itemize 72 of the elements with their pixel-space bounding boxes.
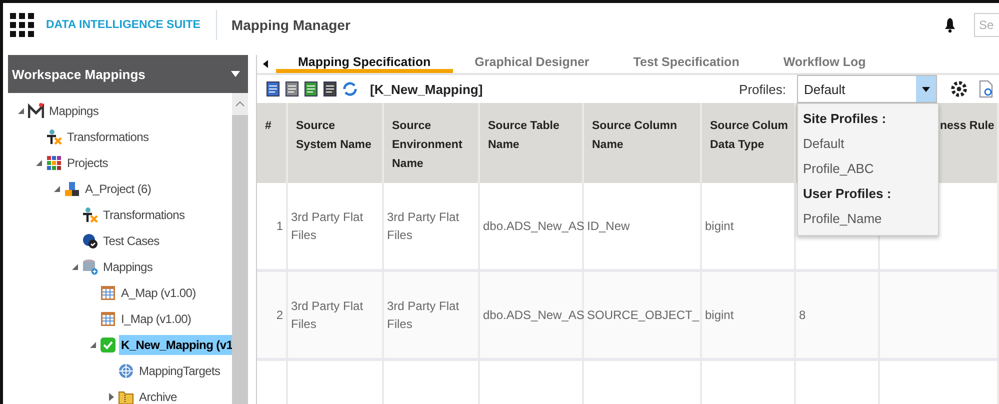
tab[interactable]: Graphical Designer bbox=[452, 55, 612, 73]
tab[interactable]: Mapping Specification bbox=[276, 55, 453, 73]
app-grid-icon[interactable] bbox=[10, 13, 34, 37]
refresh-icon[interactable] bbox=[341, 80, 359, 98]
document-search-icon[interactable] bbox=[979, 80, 993, 98]
column-header: Source Environment Name bbox=[383, 103, 479, 183]
collapse-arrow-icon[interactable] bbox=[71, 263, 79, 271]
blocks-icon bbox=[64, 181, 80, 197]
dropdown-caret-icon[interactable] bbox=[231, 71, 240, 77]
dropdown-caret-icon bbox=[922, 86, 930, 92]
tree-item[interactable]: Mappings bbox=[47, 101, 101, 121]
column-header: Source Column Name bbox=[583, 103, 701, 183]
tree-item[interactable]: Projects bbox=[65, 153, 110, 173]
tree-item[interactable]: A_Project (6) bbox=[83, 179, 154, 199]
collapse-panel-icon[interactable] bbox=[263, 60, 268, 68]
expand-arrow-icon[interactable] bbox=[107, 393, 115, 401]
table-cell: dbo.ADS_New_AS bbox=[479, 270, 583, 360]
table-cell: SOURCE_OBJECT_ bbox=[583, 270, 701, 360]
tree-item[interactable]: MappingTargets bbox=[137, 361, 222, 381]
collapse-arrow-icon[interactable] bbox=[89, 341, 97, 349]
color-grid-icon bbox=[46, 155, 62, 171]
tab[interactable]: Test Specification bbox=[611, 55, 762, 73]
tree-item[interactable]: A_Map (v1.00) bbox=[119, 283, 198, 303]
document-icon[interactable] bbox=[284, 81, 300, 97]
column-header: Source System Name bbox=[287, 103, 383, 183]
table-cell: bigint bbox=[701, 270, 795, 360]
table-cell: bigint bbox=[701, 183, 795, 270]
table-cell: ID_New bbox=[583, 183, 701, 270]
tree-item[interactable]: Mappings bbox=[101, 257, 155, 277]
menu-group-label: User Profiles : bbox=[802, 185, 892, 203]
tab[interactable]: Workflow Log bbox=[761, 55, 888, 73]
scrollbar[interactable] bbox=[232, 93, 248, 404]
tree-item[interactable]: Transformations bbox=[65, 127, 151, 147]
table-cell: 3rd Party Flat Files bbox=[287, 270, 383, 360]
database-icon bbox=[82, 259, 98, 275]
table-icon bbox=[100, 285, 116, 301]
settings-icon[interactable] bbox=[950, 80, 968, 98]
table-cell: 1 bbox=[257, 183, 287, 270]
tree-item[interactable]: Transformations bbox=[101, 205, 187, 225]
collapse-arrow-icon[interactable] bbox=[17, 107, 25, 115]
profiles-select[interactable]: Default bbox=[797, 75, 937, 103]
table-cell: 3rd Party Flat Files bbox=[383, 183, 479, 270]
tree-item[interactable]: I_Map (v1.00) bbox=[119, 309, 194, 329]
tree-item[interactable]: Archive bbox=[137, 387, 179, 404]
table-cell: 3rd Party Flat Files bbox=[287, 183, 383, 270]
transformation-icon bbox=[82, 207, 98, 223]
column-header: # bbox=[257, 103, 287, 183]
m-letter-icon bbox=[28, 103, 44, 119]
collapse-arrow-icon[interactable] bbox=[35, 159, 43, 167]
tree-item[interactable]: K_New_Mapping (v1 bbox=[119, 335, 232, 355]
table-cell: 3rd Party Flat Files bbox=[383, 270, 479, 360]
table-cell: 2 bbox=[257, 270, 287, 360]
transformation-icon bbox=[46, 129, 62, 145]
column-header: Source Table Name bbox=[479, 103, 583, 183]
table-cell: dbo.ADS_New_AS bbox=[479, 183, 583, 270]
sidebar-title: Workspace Mappings bbox=[12, 66, 146, 82]
menu-option[interactable]: Profile_Name bbox=[798, 206, 938, 231]
table-cell: 8 bbox=[795, 270, 879, 360]
folder-icon bbox=[118, 389, 134, 404]
check-icon bbox=[100, 337, 116, 353]
page-title: Mapping Manager bbox=[231, 17, 352, 33]
column-header: Source Colum Data Type bbox=[701, 103, 795, 183]
target-icon bbox=[118, 363, 134, 379]
tree-item[interactable]: Test Cases bbox=[101, 231, 162, 251]
bell-icon[interactable] bbox=[944, 17, 956, 33]
profiles-label: Profiles: bbox=[739, 82, 786, 96]
mapping-name: [K_New_Mapping] bbox=[370, 82, 484, 96]
collapse-arrow-icon[interactable] bbox=[53, 185, 61, 193]
scroll-up-icon[interactable] bbox=[235, 101, 245, 107]
search-field[interactable]: Se bbox=[974, 13, 999, 37]
brand-name: DATA INTELLIGENCE SUITE bbox=[46, 10, 218, 40]
table-icon bbox=[100, 311, 116, 327]
